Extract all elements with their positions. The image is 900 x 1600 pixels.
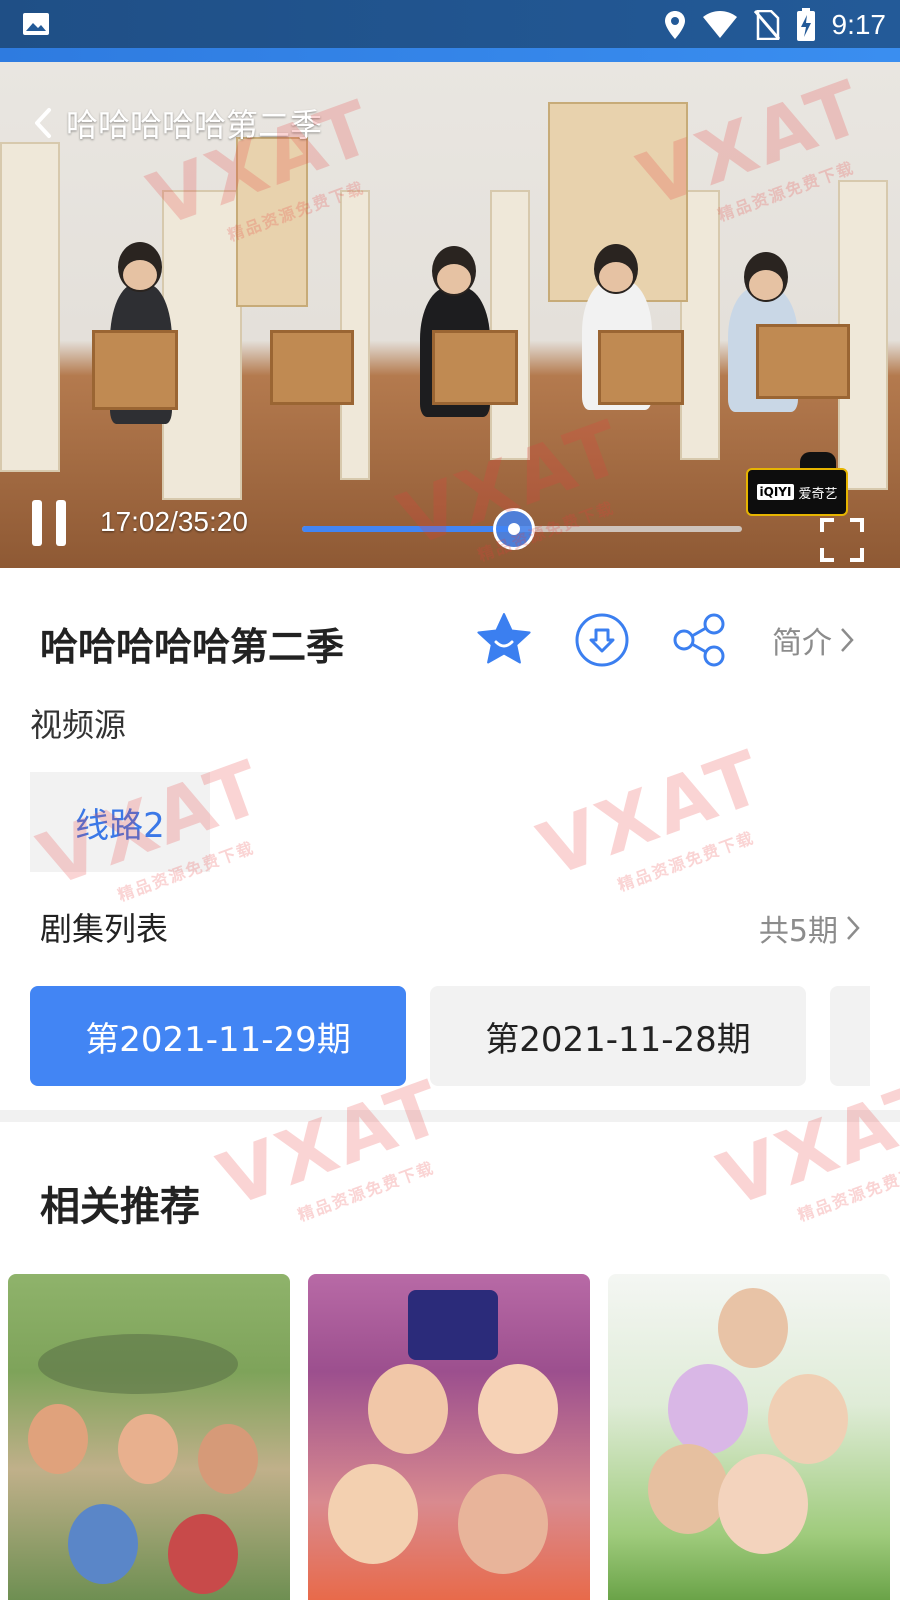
share-icon[interactable] xyxy=(670,610,730,670)
episode-button[interactable]: 第2021-11-28期 xyxy=(430,986,806,1086)
scene-panel xyxy=(490,190,530,460)
scene-desk xyxy=(756,324,850,399)
section-divider xyxy=(0,1110,900,1122)
intro-link[interactable]: 简介 xyxy=(772,618,854,662)
watermark: VXAT 精品资源免费下载 xyxy=(708,1063,900,1225)
episode-count-link[interactable]: 共5期 xyxy=(759,906,860,950)
player-title: 哈哈哈哈哈第二季 xyxy=(66,106,323,144)
image-icon xyxy=(23,13,49,35)
player-back-button[interactable]: 哈哈哈哈哈第二季 xyxy=(34,100,322,146)
scene-desk xyxy=(92,330,178,410)
scene-head xyxy=(744,252,788,302)
recommend-card[interactable] xyxy=(8,1274,290,1600)
download-icon[interactable] xyxy=(572,610,632,670)
recommend-title: 相关推荐 xyxy=(40,1184,200,1230)
recommend-card[interactable] xyxy=(308,1274,590,1600)
video-source-label: 视频源 xyxy=(30,706,127,744)
favorite-star-icon[interactable] xyxy=(474,610,534,670)
progress-thumb[interactable] xyxy=(493,508,536,550)
episode-list-label: 剧集列表 xyxy=(40,910,169,948)
pause-button[interactable] xyxy=(30,500,70,546)
wifi-icon xyxy=(702,11,737,38)
watermark: VXAT 精品资源免费下载 xyxy=(528,733,776,895)
fullscreen-icon[interactable] xyxy=(818,516,866,564)
episode-button-partial[interactable] xyxy=(830,986,870,1086)
status-time: 9:17 xyxy=(831,9,887,40)
watermark: VXAT 精品资源免费下载 xyxy=(208,1063,456,1225)
episode-button[interactable]: 第2021-11-29期 xyxy=(30,986,406,1086)
location-icon xyxy=(664,11,685,39)
recommend-card[interactable] xyxy=(608,1274,890,1600)
chevron-right-icon xyxy=(847,916,860,940)
show-title: 哈哈哈哈哈第二季 xyxy=(40,625,345,669)
scene-desk xyxy=(432,330,518,405)
scene-head xyxy=(118,242,162,292)
scene-scroll-painting xyxy=(236,137,308,307)
progress-bar[interactable] xyxy=(302,508,742,550)
scene-desk xyxy=(270,330,354,405)
scene-head xyxy=(594,244,638,294)
iqiyi-logo-mark: iQIYI xyxy=(756,484,795,500)
player-time: 17:02/35:20 xyxy=(100,506,248,537)
no-sim-icon xyxy=(753,10,780,40)
iqiyi-logo-text: 爱奇艺 xyxy=(798,486,838,502)
source-option[interactable]: 线路2 xyxy=(30,772,210,872)
intro-label: 简介 xyxy=(772,626,832,661)
scene-head xyxy=(432,246,476,296)
status-bar: 9:17 xyxy=(0,0,900,62)
episode-count: 共5期 xyxy=(758,914,838,949)
chevron-right-icon xyxy=(841,628,854,652)
chevron-left-icon xyxy=(35,108,51,138)
battery-charging-icon xyxy=(796,8,815,41)
iqiyi-logo: iQIYI 爱奇艺 xyxy=(746,468,848,516)
progress-fill xyxy=(302,526,515,532)
scene-desk xyxy=(598,330,684,405)
scene-panel xyxy=(0,142,60,472)
status-accent-strip xyxy=(0,48,900,62)
